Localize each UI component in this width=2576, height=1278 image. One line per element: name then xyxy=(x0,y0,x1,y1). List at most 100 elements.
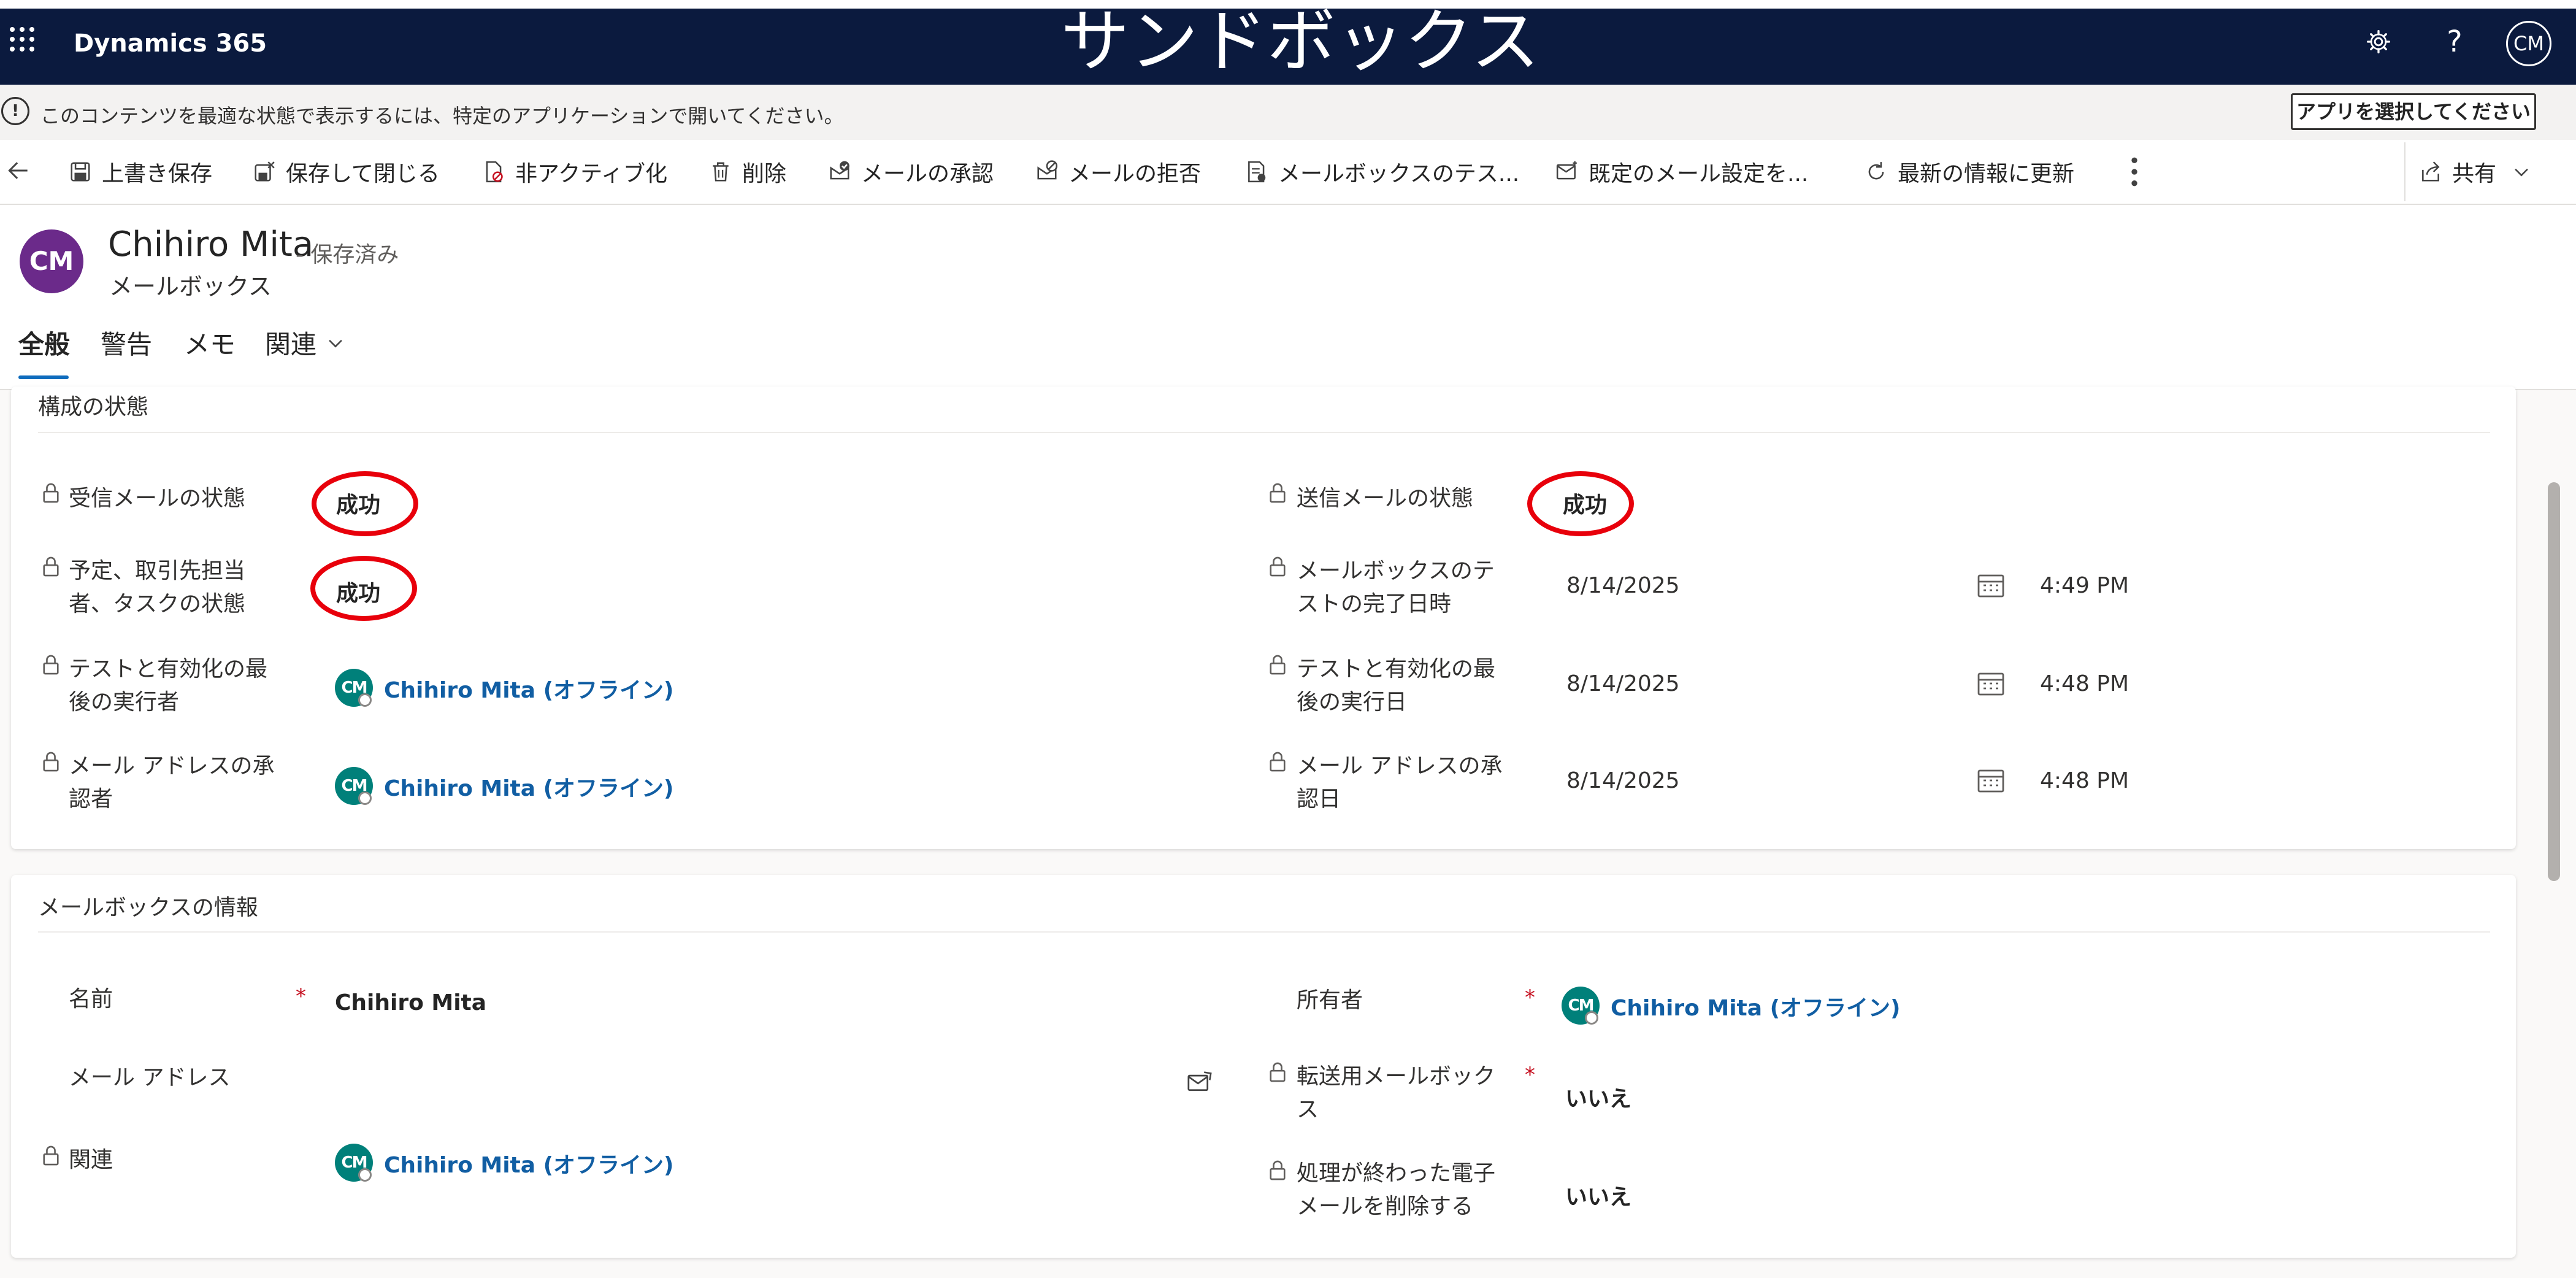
calendar-icon[interactable] xyxy=(1976,670,2006,697)
tab-related-label: 関連 xyxy=(265,329,317,360)
app-launcher-icon[interactable] xyxy=(10,27,34,52)
approved-by-link[interactable]: Chihiro Mita (オフライン) xyxy=(384,771,673,803)
app-name[interactable]: Dynamics 365 xyxy=(74,29,267,58)
user-avatar[interactable]: CM xyxy=(2506,21,2551,66)
outgoing-email-status-value: 成功 xyxy=(1563,493,1608,518)
email-settings-icon xyxy=(1556,161,1577,180)
test-mailbox-label: メールボックスのテス... xyxy=(1278,161,1520,187)
reject-email-button[interactable]: メールの拒否 xyxy=(1035,153,1201,190)
delete-button[interactable]: 削除 xyxy=(709,153,786,190)
info-icon: ! xyxy=(1,97,29,125)
test-completed-label: メールボックスのテストの完了日時 xyxy=(1297,558,1495,617)
reject-email-label: メールの拒否 xyxy=(1068,161,1202,187)
delete-icon xyxy=(713,162,729,182)
share-label: 共有 xyxy=(2452,161,2497,187)
section-divider xyxy=(38,432,2490,433)
last-run-by-link[interactable]: Chihiro Mita (オフライン) xyxy=(384,672,673,704)
required-indicator: * xyxy=(1525,1063,1535,1087)
save-close-icon xyxy=(255,161,275,182)
refresh-label: 最新の情報に更新 xyxy=(1898,161,2075,187)
record-name: Chihiro Mita xyxy=(108,225,314,264)
share-button[interactable]: 共有 xyxy=(2419,153,2532,190)
outgoing-email-status-label: 送信メールの状態 xyxy=(1297,486,1474,511)
calendar-icon[interactable] xyxy=(1976,572,2006,599)
approve-email-label: メールの承認 xyxy=(861,161,994,187)
record-entity-type: メールボックス xyxy=(109,273,272,300)
test-completed-time: 4:49 PM xyxy=(2040,573,2129,598)
appointments-status-label: 予定、取引先担当者、タスクの状態 xyxy=(69,558,246,617)
lock-icon xyxy=(1270,655,1286,675)
lock-icon xyxy=(43,483,59,503)
settings-icon[interactable] xyxy=(2365,28,2392,55)
approved-by-label: メール アドレスの承認者 xyxy=(69,753,275,812)
delete-processed-email-value[interactable]: いいえ xyxy=(1565,1179,1631,1211)
tab-alerts[interactable]: 警告 xyxy=(101,324,152,361)
required-indicator: * xyxy=(1525,985,1535,1010)
test-mailbox-icon xyxy=(1248,161,1266,183)
choose-app-button[interactable]: アプリを選択してください xyxy=(2291,93,2536,130)
deactivate-label: 非アクティブ化 xyxy=(515,161,668,187)
record-save-status: - 保存済み xyxy=(296,242,399,268)
presence-offline-icon xyxy=(358,791,372,805)
approved-on-date: 8/14/2025 xyxy=(1566,768,1680,793)
lock-icon xyxy=(43,556,59,577)
refresh-button[interactable]: 最新の情報に更新 xyxy=(1865,153,2074,190)
forward-mailbox-label: 転送用メールボックス xyxy=(1297,1064,1496,1122)
scrollbar-thumb[interactable] xyxy=(2548,482,2560,881)
name-label: 名前 xyxy=(69,987,113,1012)
deactivate-button[interactable]: 非アクティブ化 xyxy=(482,153,667,190)
approve-email-icon xyxy=(830,161,849,180)
calendar-icon[interactable] xyxy=(1976,767,2006,794)
approve-email-button[interactable]: メールの承認 xyxy=(828,153,994,190)
appointments-status-value: 成功 xyxy=(336,581,381,606)
lock-icon xyxy=(43,1145,59,1166)
section-divider xyxy=(38,931,2490,933)
command-divider xyxy=(2404,142,2405,201)
presence-offline-icon xyxy=(358,1168,372,1182)
active-tab-indicator xyxy=(18,375,69,379)
lock-icon xyxy=(1270,1160,1286,1180)
save-and-close-button[interactable]: 保存して閉じる xyxy=(253,153,440,190)
last-run-on-label: テストと有効化の最後の実行日 xyxy=(1297,656,1496,715)
approved-on-label: メール アドレスの承認日 xyxy=(1297,753,1503,812)
save-and-close-label: 保存して閉じる xyxy=(286,161,440,187)
reject-email-icon xyxy=(1037,160,1058,180)
default-email-settings-button[interactable]: 既定のメール設定を... xyxy=(1555,153,1808,190)
deactivate-icon xyxy=(486,161,503,183)
lock-icon xyxy=(1270,1062,1286,1082)
name-value[interactable]: Chihiro Mita xyxy=(335,990,486,1015)
refresh-icon xyxy=(1868,162,1884,180)
test-completed-date: 8/14/2025 xyxy=(1566,573,1680,598)
lock-icon xyxy=(43,752,59,772)
email-address-label: メール アドレス xyxy=(69,1065,231,1090)
test-mailbox-button[interactable]: メールボックスのテス... xyxy=(1245,153,1519,190)
tab-notes[interactable]: メモ xyxy=(184,324,236,361)
environment-banner: サンドボックス xyxy=(1060,2,1540,82)
help-icon[interactable]: ? xyxy=(2441,27,2468,56)
approved-on-time: 4:48 PM xyxy=(2040,768,2129,793)
incoming-email-status-label: 受信メールの状態 xyxy=(69,486,246,511)
send-email-icon[interactable] xyxy=(1186,1070,1213,1095)
tab-related[interactable]: 関連 xyxy=(265,324,346,361)
delete-label: 削除 xyxy=(742,161,787,187)
delete-processed-email-label: 処理が終わった電子メールを削除する xyxy=(1297,1161,1496,1219)
record-avatar: CM xyxy=(20,229,83,293)
last-run-on-date: 8/14/2025 xyxy=(1566,671,1680,696)
last-run-on-time: 4:48 PM xyxy=(2040,671,2129,696)
forward-mailbox-value[interactable]: いいえ xyxy=(1565,1081,1631,1113)
tab-general[interactable]: 全般 xyxy=(18,324,70,361)
back-arrow-icon[interactable] xyxy=(5,157,32,184)
save-button[interactable]: 上書き保存 xyxy=(69,153,212,190)
lock-icon xyxy=(1270,483,1286,503)
section-title: 構成の状態 xyxy=(38,395,149,420)
regarding-label: 関連 xyxy=(69,1147,113,1172)
share-icon xyxy=(2422,161,2440,182)
owner-link[interactable]: Chihiro Mita (オフライン) xyxy=(1611,990,1900,1022)
required-indicator: * xyxy=(296,984,306,1009)
last-run-by-label: テストと有効化の最後の実行者 xyxy=(69,656,268,715)
regarding-link[interactable]: Chihiro Mita (オフライン) xyxy=(384,1147,673,1179)
lock-icon xyxy=(1270,556,1286,577)
chevron-down-icon xyxy=(2515,168,2528,177)
chevron-down-icon xyxy=(329,339,342,347)
more-commands-icon[interactable] xyxy=(2127,155,2142,189)
